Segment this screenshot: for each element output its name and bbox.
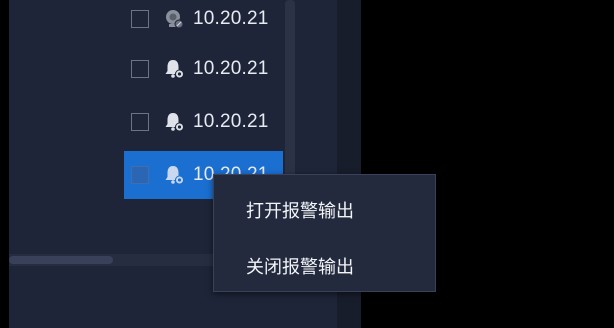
item-checkbox[interactable] [131,10,149,28]
alarm-output-icon [163,58,185,80]
device-ip: 10.20.21 [193,111,269,132]
menu-item-close-alarm-output[interactable]: 关闭报警输出 [214,237,435,295]
item-checkbox[interactable] [131,113,149,131]
device-ip: 10.20.21 [193,8,269,29]
menu-item-label: 打开报警输出 [246,201,354,222]
menu-item-label: 关闭报警输出 [246,257,354,278]
vertical-scrollbar-thumb[interactable] [285,0,295,180]
alarm-output-icon [163,164,185,186]
alarm-output-icon [163,111,185,133]
menu-item-open-alarm-output[interactable]: 打开报警输出 [214,181,435,239]
camera-offline-icon [163,8,185,30]
item-checkbox[interactable] [131,166,149,184]
device-ip: 10.20.21 [193,58,269,79]
list-item[interactable]: 10.20.21 [9,0,283,43]
list-item[interactable]: 10.20.21 [9,45,283,93]
list-item[interactable]: 10.20.21 [9,98,283,146]
context-menu: 打开报警输出 关闭报警输出 [213,174,436,292]
horizontal-scrollbar-thumb[interactable] [9,256,113,264]
item-checkbox[interactable] [131,60,149,78]
